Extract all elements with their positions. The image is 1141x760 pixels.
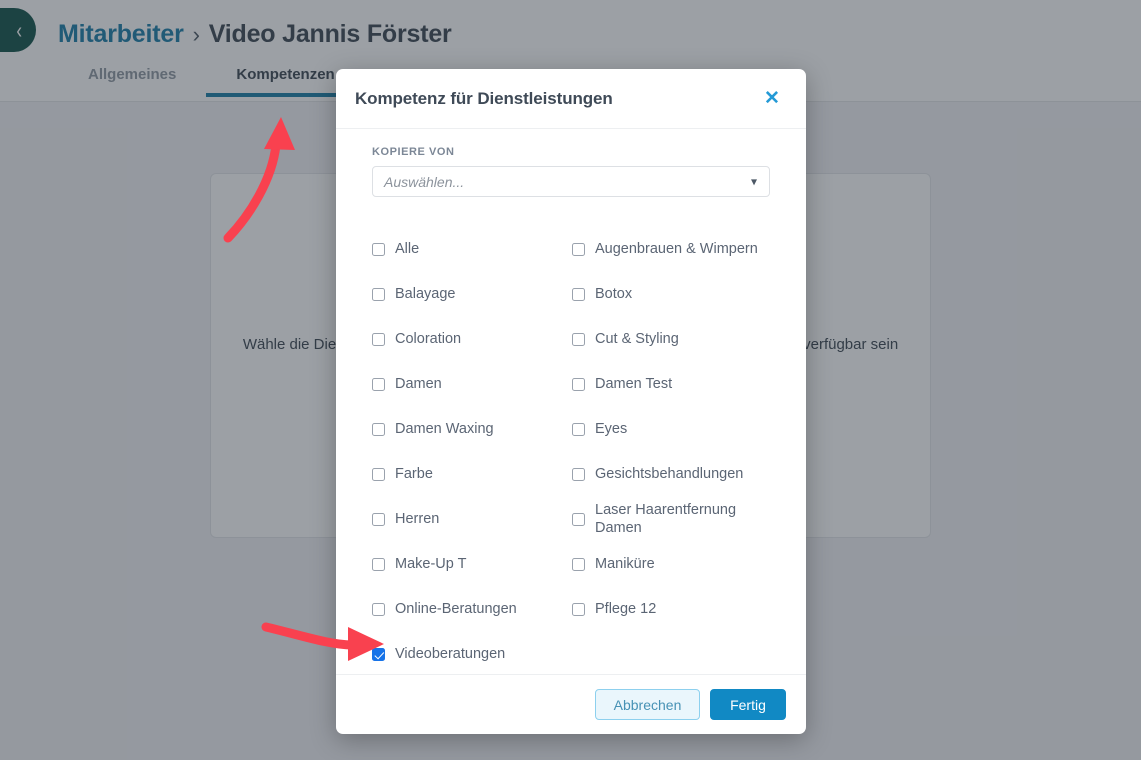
service-checkbox-row[interactable]: Botox	[572, 272, 772, 317]
checkbox-unchecked-icon[interactable]	[572, 603, 585, 616]
service-checkbox-row[interactable]: Cut & Styling	[572, 317, 772, 362]
checkbox-unchecked-icon[interactable]	[572, 333, 585, 346]
done-button[interactable]: Fertig	[710, 689, 786, 720]
service-checkbox-label: Cut & Styling	[595, 330, 679, 347]
close-icon[interactable]: ✕	[760, 87, 784, 111]
service-checkbox-row[interactable]: Make-Up T	[372, 542, 572, 587]
service-checkbox-row[interactable]: Laser Haarentfernung Damen	[572, 497, 772, 542]
service-checkbox-label: Laser Haarentfernung Damen	[595, 502, 737, 536]
checkbox-unchecked-icon[interactable]	[372, 378, 385, 391]
service-checkbox-label: Videoberatungen	[395, 645, 506, 662]
checkbox-unchecked-icon[interactable]	[572, 243, 585, 256]
chevron-down-icon: ▾	[750, 173, 757, 188]
checkbox-unchecked-icon[interactable]	[572, 378, 585, 391]
checkbox-unchecked-icon[interactable]	[572, 423, 585, 436]
modal-header: Kompetenz für Dienstleistungen ✕	[336, 69, 806, 129]
checkbox-unchecked-icon[interactable]	[372, 243, 385, 256]
checkbox-unchecked-icon[interactable]	[372, 603, 385, 616]
checkbox-unchecked-icon[interactable]	[572, 558, 585, 571]
service-checkbox-label: Maniküre	[595, 555, 655, 572]
service-checkbox-row[interactable]: Herren	[372, 497, 572, 542]
checkbox-unchecked-icon[interactable]	[372, 558, 385, 571]
service-checkbox-row[interactable]: Damen Waxing	[372, 407, 572, 452]
copy-from-label: KOPIERE VON	[372, 146, 455, 158]
checkbox-unchecked-icon[interactable]	[372, 288, 385, 301]
modal-footer: Abbrechen Fertig	[336, 674, 806, 734]
service-checkbox-label: Coloration	[395, 330, 462, 347]
service-checkbox-row[interactable]: Alle	[372, 227, 572, 272]
copy-from-select[interactable]: Auswählen... ▾	[372, 166, 770, 197]
app-root: ‹ Mitarbeiter › Video Jannis Förster All…	[0, 0, 1141, 760]
service-checkbox-label: Eyes	[595, 420, 628, 437]
service-checkbox-label: Herren	[395, 510, 440, 527]
checkbox-unchecked-icon[interactable]	[572, 513, 585, 526]
services-checkbox-grid: Alle Augenbrauen & Wimpern Balayage Botox Co…	[372, 227, 770, 674]
service-checkbox-row[interactable]: Maniküre	[572, 542, 772, 587]
service-checkbox-row[interactable]: Farbe	[372, 452, 572, 497]
modal-title: Kompetenz für Dienstleistungen	[355, 88, 613, 108]
service-checkbox-row[interactable]: Eyes	[572, 407, 772, 452]
copy-from-select-value: Auswählen...	[384, 173, 465, 190]
service-checkbox-label: Augenbrauen & Wimpern	[595, 240, 758, 257]
service-checkbox-label: Damen	[395, 375, 442, 392]
service-checkbox-label: Balayage	[395, 285, 456, 302]
service-checkbox-label: Pflege 12	[595, 600, 657, 617]
checkbox-unchecked-icon[interactable]	[372, 513, 385, 526]
checkbox-unchecked-icon[interactable]	[372, 423, 385, 436]
competency-modal: Kompetenz für Dienstleistungen ✕ KOPIERE…	[336, 69, 806, 734]
service-checkbox-row[interactable]: Augenbrauen & Wimpern	[572, 227, 772, 272]
service-checkbox-label: Botox	[595, 285, 633, 302]
checkbox-unchecked-icon[interactable]	[372, 333, 385, 346]
checkbox-checked-icon[interactable]	[372, 648, 385, 661]
cancel-button[interactable]: Abbrechen	[595, 689, 700, 720]
service-checkbox-row[interactable]: Videoberatungen	[372, 632, 572, 674]
checkbox-unchecked-icon[interactable]	[372, 468, 385, 481]
checkbox-unchecked-icon[interactable]	[572, 468, 585, 481]
checkbox-unchecked-icon[interactable]	[572, 288, 585, 301]
service-checkbox-label: Damen Test	[595, 375, 673, 392]
service-checkbox-row[interactable]: Balayage	[372, 272, 572, 317]
service-checkbox-label: Online-Beratungen	[395, 600, 517, 617]
service-checkbox-row[interactable]: Damen	[372, 362, 572, 407]
service-checkbox-label: Alle	[395, 240, 420, 257]
service-checkbox-row[interactable]: Damen Test	[572, 362, 772, 407]
service-checkbox-label: Farbe	[395, 465, 433, 482]
service-checkbox-row[interactable]: Online-Beratungen	[372, 587, 572, 632]
modal-body: KOPIERE VON Auswählen... ▾ Alle Augenbrau…	[336, 129, 806, 674]
service-checkbox-label: Make-Up T	[395, 555, 467, 572]
service-checkbox-label: Damen Waxing	[395, 420, 494, 437]
service-checkbox-row[interactable]: Gesichtsbehandlungen	[572, 452, 772, 497]
service-checkbox-row[interactable]: Coloration	[372, 317, 572, 362]
service-checkbox-label: Gesichtsbehandlungen	[595, 465, 744, 482]
service-checkbox-row[interactable]: Pflege 12	[572, 587, 772, 632]
